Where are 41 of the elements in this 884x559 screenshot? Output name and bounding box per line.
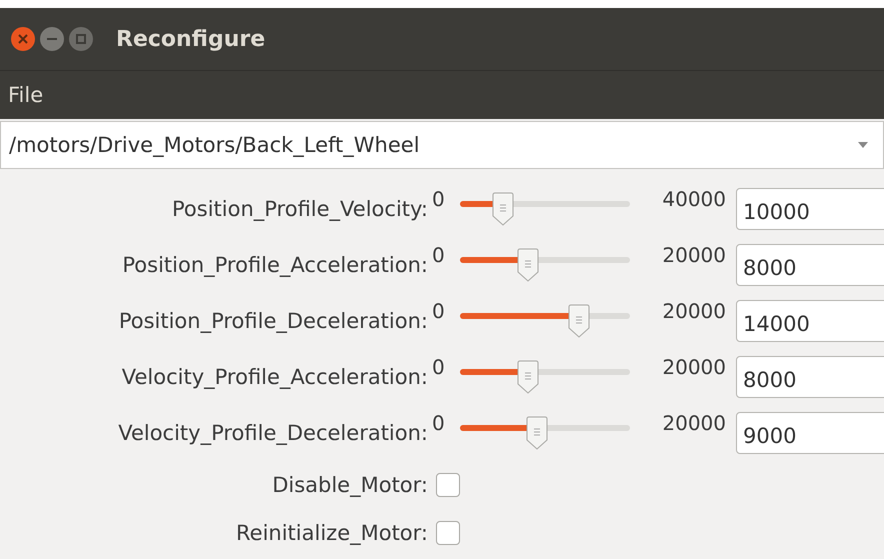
- dropdown-arrow-icon: [857, 141, 869, 149]
- checkbox[interactable]: [436, 521, 460, 545]
- parameter-label: Position_Profile_Acceleration:: [121, 253, 429, 277]
- value-field[interactable]: 10000: [736, 188, 884, 230]
- parameter-label: Disable_Motor:: [271, 473, 429, 497]
- checkbox[interactable]: [436, 473, 460, 497]
- slider-min-label: 0: [432, 299, 446, 323]
- slider-min-label: 0: [432, 355, 446, 379]
- parameter-label: Velocity_Profile_Deceleration:: [117, 421, 429, 445]
- slider-max-label: 20000: [661, 299, 726, 323]
- slider-thumb[interactable]: [568, 304, 590, 338]
- slider-max-label: 20000: [661, 411, 726, 435]
- slider-min-label: 0: [432, 411, 446, 435]
- slider-max-label: 20000: [661, 243, 726, 267]
- value-field[interactable]: 14000: [736, 300, 884, 342]
- maximize-icon[interactable]: [68, 26, 94, 52]
- value-field[interactable]: 9000: [736, 412, 884, 454]
- slider[interactable]: [460, 360, 630, 394]
- minimize-icon[interactable]: [39, 26, 65, 52]
- slider[interactable]: [460, 248, 630, 282]
- value-field[interactable]: 8000: [736, 244, 884, 286]
- slider[interactable]: [460, 192, 630, 226]
- parameter-label: Position_Profile_Deceleration:: [118, 309, 429, 333]
- node-dropdown[interactable]: /motors/Drive_Motors/Back_Left_Wheel: [0, 121, 884, 169]
- close-icon[interactable]: [10, 26, 36, 52]
- menu-item[interactable]: File: [8, 83, 44, 107]
- parameter-label: Velocity_Profile_Acceleration:: [120, 365, 429, 389]
- window-title: Reconfigure: [116, 26, 266, 52]
- slider-min-label: 0: [432, 187, 446, 211]
- slider[interactable]: [460, 304, 630, 338]
- slider[interactable]: [460, 416, 630, 450]
- slider-min-label: 0: [432, 243, 446, 267]
- slider-max-label: 20000: [661, 355, 726, 379]
- slider-max-label: 40000: [661, 187, 726, 211]
- slider-thumb[interactable]: [526, 416, 548, 450]
- parameter-label: Position_Profile_Velocity:: [171, 197, 429, 221]
- slider-thumb[interactable]: [492, 192, 514, 226]
- slider-thumb[interactable]: [517, 360, 539, 394]
- value-field[interactable]: 8000: [736, 356, 884, 398]
- slider-thumb[interactable]: [517, 248, 539, 282]
- parameter-label: Reinitialize_Motor:: [235, 521, 429, 545]
